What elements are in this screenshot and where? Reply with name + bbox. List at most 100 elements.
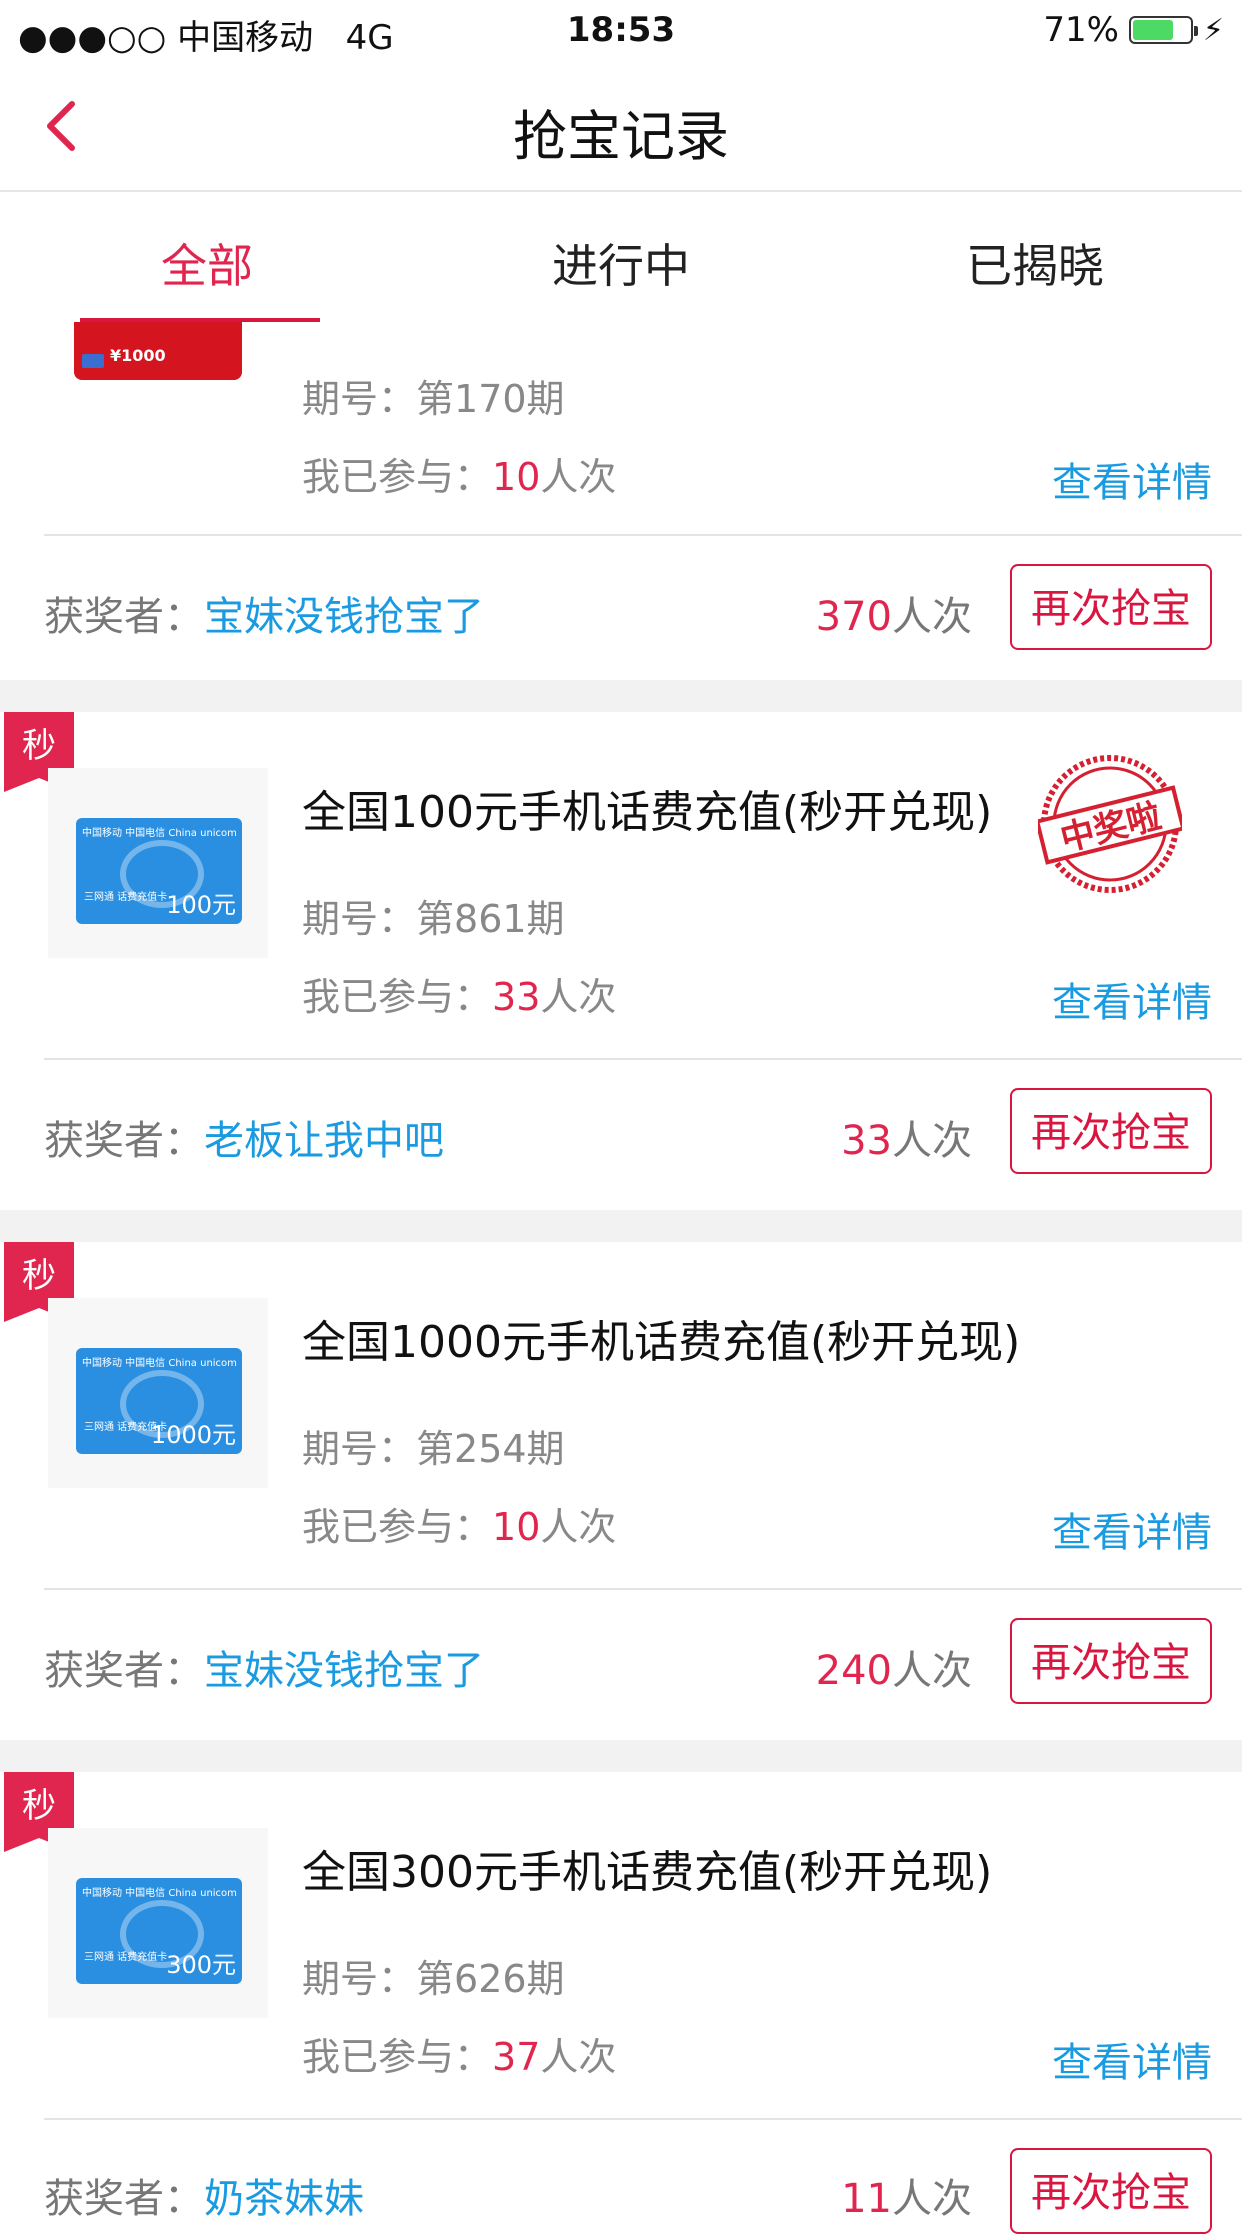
card-separator: [0, 680, 1242, 712]
period-line: 期号：第861期: [302, 888, 565, 943]
winner-line: 获奖者：奶茶妹妹: [44, 2166, 364, 2224]
card-chip: [82, 354, 104, 368]
tab-in-progress[interactable]: 进行中: [414, 230, 828, 296]
total-unit: 人次: [892, 2176, 972, 2222]
recharge-card-image: 中国移动 中国电信 China unicom 三网通 话费充值卡 100元: [76, 818, 242, 924]
total-unit: 人次: [892, 1118, 972, 1164]
buy-again-button[interactable]: 再次抢宝: [1010, 1618, 1212, 1704]
winner-label: 获奖者：: [44, 1118, 204, 1164]
record-card: 秒 中国移动 中国电信 China unicom 三网通 话费充值卡 1000元…: [0, 1242, 1242, 1740]
badge-label: 秒: [22, 726, 56, 766]
total-participants: 240人次: [816, 1638, 972, 1696]
badge-label: 秒: [22, 1786, 56, 1826]
card-value: ¥1000: [110, 346, 166, 365]
joined-unit: 人次: [540, 1505, 617, 1549]
badge-label: 秒: [22, 1256, 56, 1296]
total-participants: 33人次: [841, 1108, 972, 1166]
joined-label: 我已参与：: [302, 975, 493, 1019]
card-small-text: 三网通 话费充值卡: [84, 892, 168, 903]
nav-bar: 抢宝记录: [0, 62, 1242, 192]
joined-label: 我已参与：: [302, 1505, 493, 1549]
period-line: 期号：第254期: [302, 1418, 565, 1473]
buy-again-button[interactable]: 再次抢宝: [1010, 1088, 1212, 1174]
status-bar: ●●●○○ 中国移动 4G 18:53 71% ⚡: [0, 0, 1242, 62]
period-value: 第254期: [416, 1427, 565, 1471]
winner-line: 获奖者：宝妹没钱抢宝了: [44, 1638, 484, 1696]
product-image[interactable]: 中国移动 中国电信 China unicom 三网通 话费充值卡 100元: [48, 768, 268, 958]
product-title[interactable]: 全国1000元手机话费充值(秒开兑现): [302, 1306, 1020, 1370]
period-label: 期号：: [302, 377, 417, 421]
period-label: 期号：: [302, 897, 417, 941]
product-image[interactable]: 中国移动 中国电信 China unicom 三网通 话费充值卡 300元: [48, 1828, 268, 2018]
period-line: 期号：第626期: [302, 1948, 565, 2003]
winner-label: 获奖者：: [44, 2176, 204, 2222]
battery-icon: [1128, 16, 1198, 44]
view-details-link[interactable]: 查看详情: [1052, 970, 1212, 1028]
battery-level: [1132, 20, 1173, 40]
joined-line: 我已参与：10人次: [302, 1496, 616, 1551]
period-line: 期号：第170期: [302, 368, 565, 423]
period-label: 期号：: [302, 1957, 417, 2001]
battery-percent: 71%: [1043, 10, 1119, 50]
charging-bolt-icon: ⚡: [1202, 12, 1224, 48]
winner-name[interactable]: 奶茶妹妹: [204, 2176, 364, 2222]
card-divider: [44, 1058, 1242, 1060]
total-count: 370: [815, 594, 892, 640]
record-card: 秒 中国移动 中国电信 China unicom 三网通 话费充值卡 100元 …: [0, 712, 1242, 1210]
period-value: 第626期: [416, 1957, 565, 2001]
total-count: 11: [841, 2176, 892, 2222]
card-divider: [44, 534, 1242, 536]
view-details-link[interactable]: 查看详情: [1052, 2030, 1212, 2088]
view-details-link[interactable]: 查看详情: [1052, 1500, 1212, 1558]
joined-count: 10: [492, 455, 541, 499]
total-unit: 人次: [892, 1648, 972, 1694]
card-separator: [0, 1210, 1242, 1242]
period-value: 第170期: [416, 377, 565, 421]
winner-line: 获奖者：宝妹没钱抢宝了: [44, 584, 484, 642]
joined-line: 我已参与：33人次: [302, 966, 616, 1021]
product-title[interactable]: 全国300元手机话费充值(秒开兑现): [302, 1836, 992, 1900]
winner-label: 获奖者：: [44, 1648, 204, 1694]
total-participants: 11人次: [841, 2166, 972, 2224]
view-details-link[interactable]: 查看详情: [1052, 450, 1212, 508]
total-unit: 人次: [892, 594, 972, 640]
tab-all[interactable]: 全部: [0, 230, 414, 296]
recharge-card-image: 中国移动 中国电信 China unicom 三网通 话费充值卡 1000元: [76, 1348, 242, 1454]
joined-line: 我已参与：37人次: [302, 2026, 616, 2081]
record-card: ¥1000 期号：第170期 我已参与：10人次 查看详情 获奖者：宝妹没钱抢宝…: [0, 322, 1242, 680]
winner-label: 获奖者：: [44, 594, 204, 640]
winner-name[interactable]: 宝妹没钱抢宝了: [204, 594, 484, 640]
period-label: 期号：: [302, 1427, 417, 1471]
tab-revealed[interactable]: 已揭晓: [828, 230, 1242, 296]
card-value: 300元: [166, 1951, 236, 1979]
battery-status: 71% ⚡: [1043, 10, 1224, 50]
card-divider: [44, 2118, 1242, 2120]
joined-unit: 人次: [540, 975, 617, 1019]
card-logo-text: 中国移动 中国电信 China unicom: [82, 1358, 237, 1369]
winner-name[interactable]: 老板让我中吧: [204, 1118, 444, 1164]
joined-line: 我已参与：10人次: [302, 446, 616, 501]
joined-label: 我已参与：: [302, 2035, 493, 2079]
product-image[interactable]: 中国移动 中国电信 China unicom 三网通 话费充值卡 1000元: [48, 1298, 268, 1488]
buy-again-button[interactable]: 再次抢宝: [1010, 564, 1212, 650]
record-card: 秒 中国移动 中国电信 China unicom 三网通 话费充值卡 300元 …: [0, 1772, 1242, 2234]
product-image[interactable]: ¥1000: [74, 322, 242, 380]
winner-line: 获奖者：老板让我中吧: [44, 1108, 444, 1166]
total-count: 240: [815, 1648, 892, 1694]
buy-again-button[interactable]: 再次抢宝: [1010, 2148, 1212, 2234]
card-value: 100元: [166, 891, 236, 919]
joined-unit: 人次: [540, 455, 617, 499]
product-title[interactable]: 全国100元手机话费充值(秒开兑现): [302, 776, 992, 840]
total-participants: 370人次: [816, 584, 972, 642]
joined-count: 10: [492, 1505, 541, 1549]
card-divider: [44, 1588, 1242, 1590]
recharge-card-image: 中国移动 中国电信 China unicom 三网通 话费充值卡 300元: [76, 1878, 242, 1984]
battery-nub: [1193, 26, 1198, 36]
card-small-text: 三网通 话费充值卡: [84, 1952, 168, 1963]
winner-name[interactable]: 宝妹没钱抢宝了: [204, 1648, 484, 1694]
card-logo-text: 中国移动 中国电信 China unicom: [82, 1888, 237, 1899]
tab-bar: 全部 进行中 已揭晓: [0, 192, 1242, 326]
period-value: 第861期: [416, 897, 565, 941]
joined-label: 我已参与：: [302, 455, 493, 499]
joined-count: 33: [492, 975, 541, 1019]
